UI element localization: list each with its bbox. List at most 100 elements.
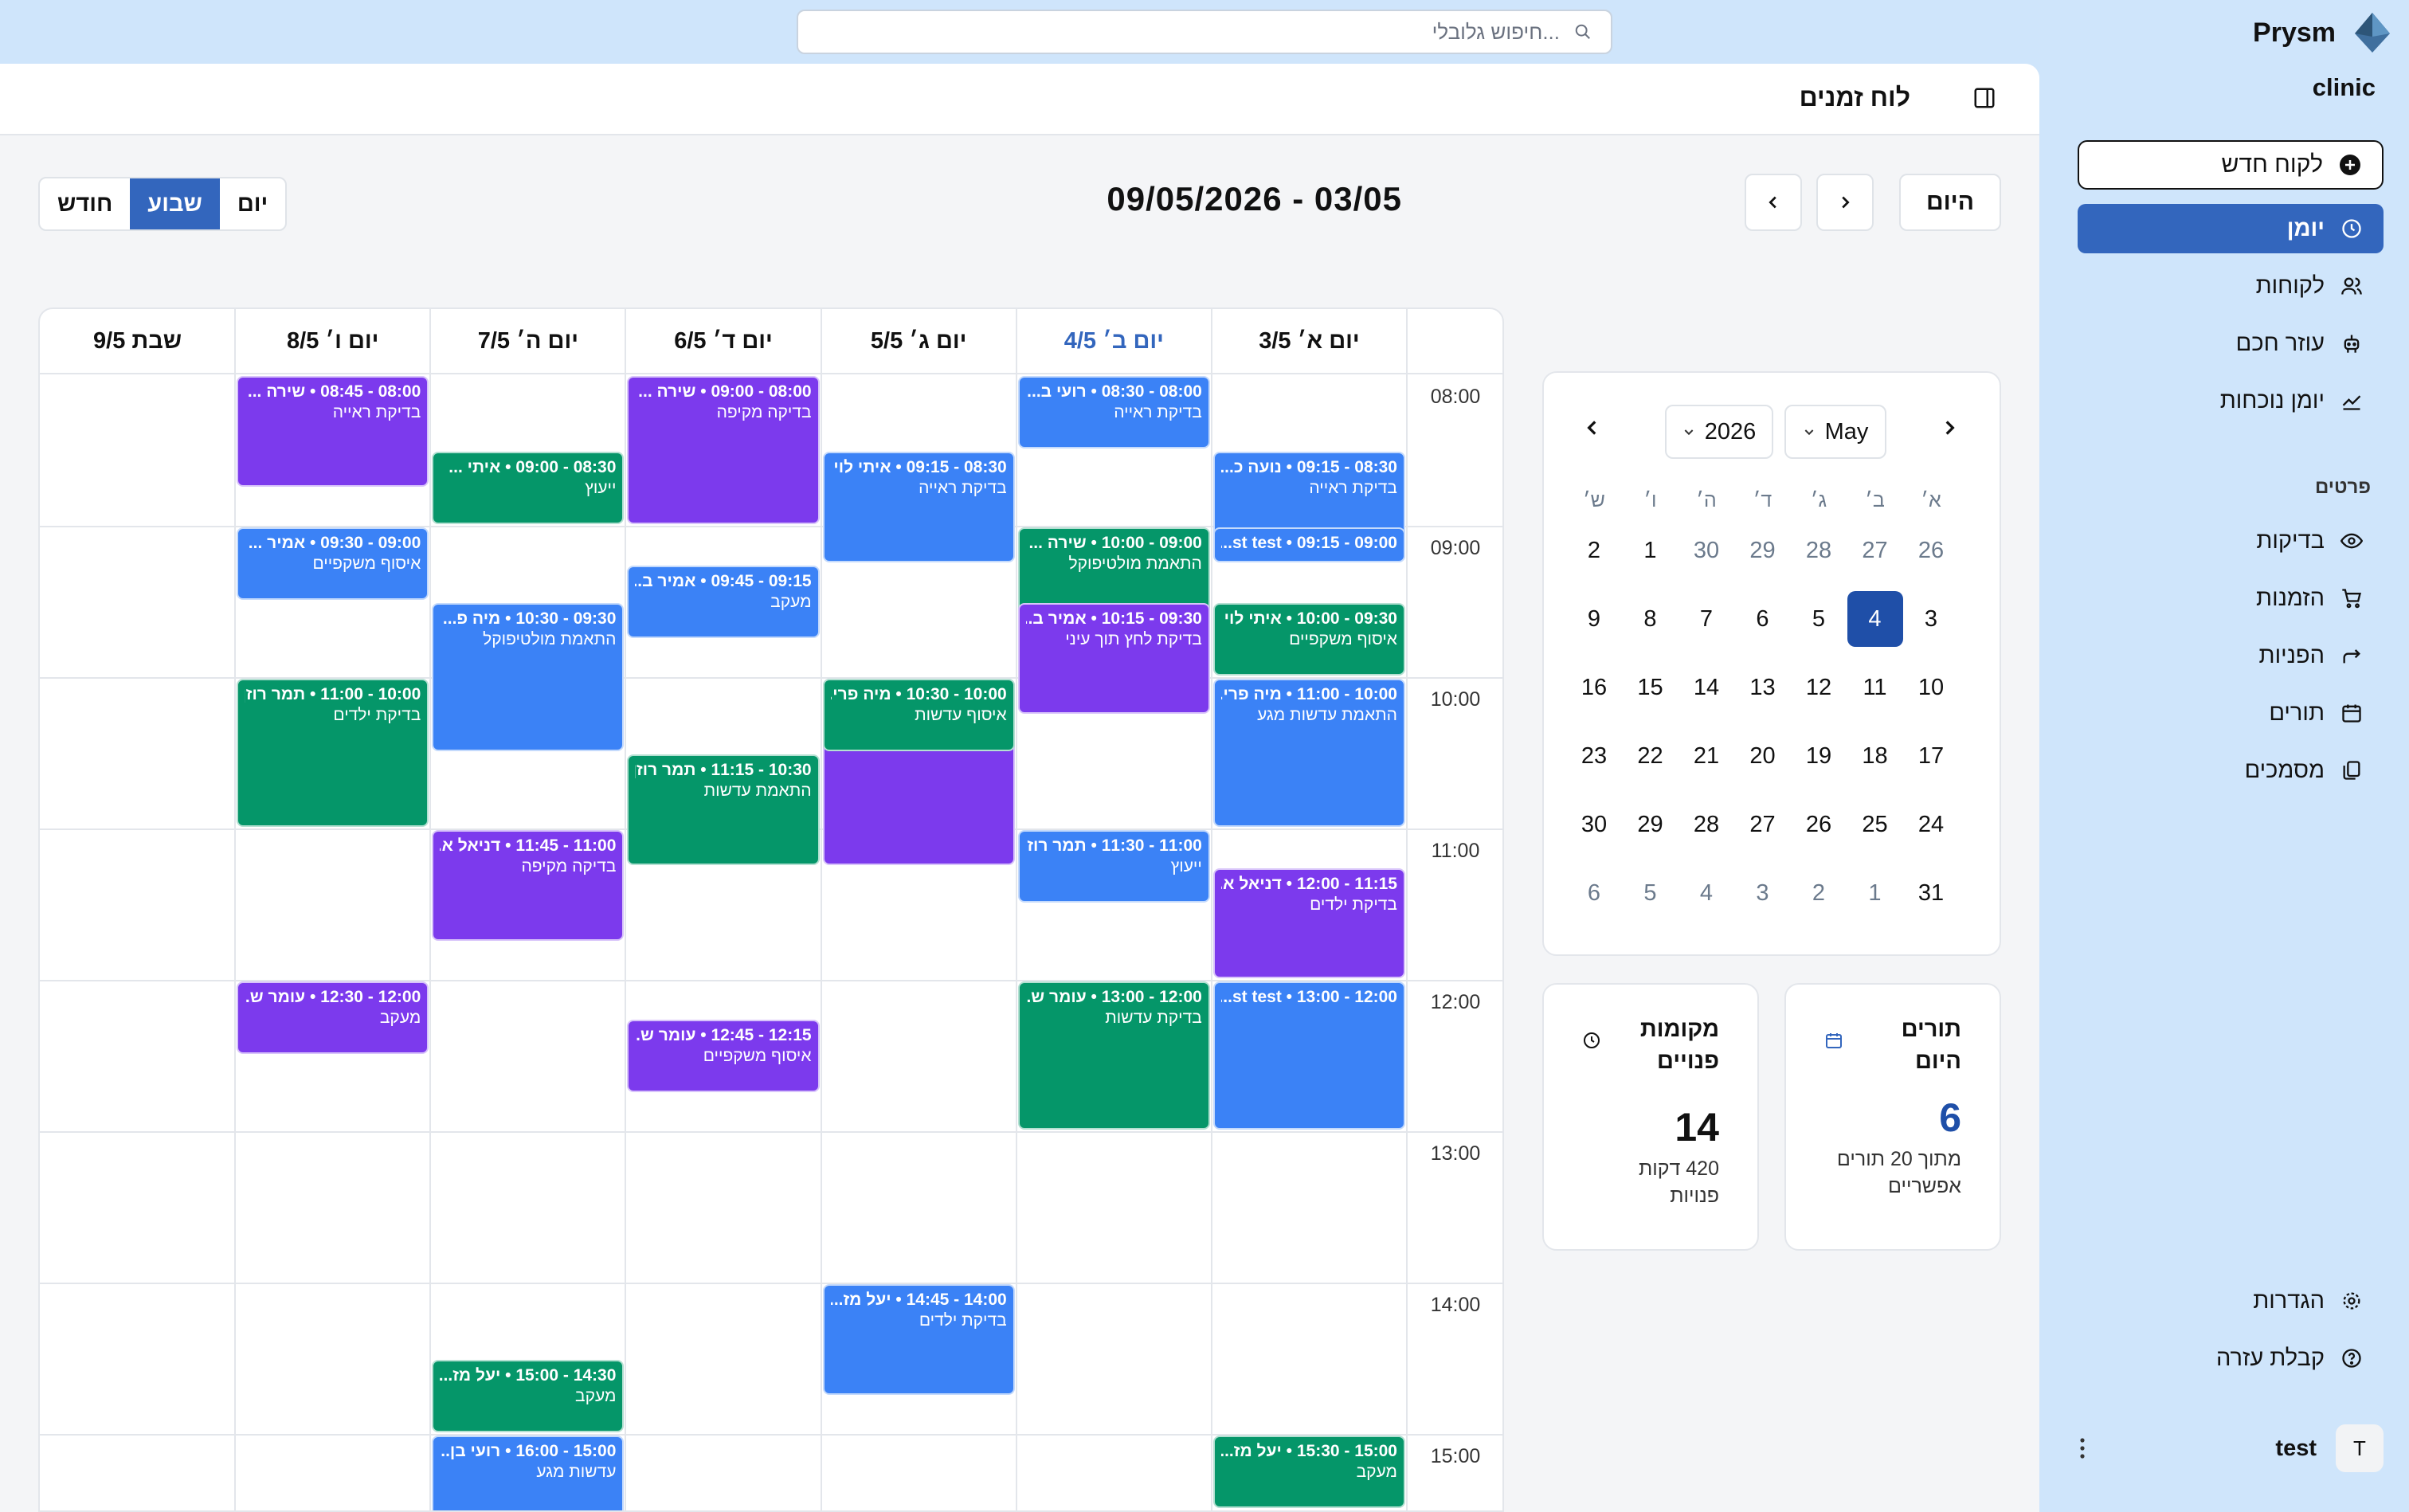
calendar-event[interactable]: 15:00 - 15:30 • יעל מז... מעקב [1212, 1436, 1405, 1508]
nav-item-orders[interactable]: הזמנות [2078, 574, 2384, 623]
mini-cal-day[interactable]: 15 [1623, 660, 1678, 715]
view-day-button[interactable]: יום [220, 178, 285, 229]
calendar-event[interactable]: 11:00 - 11:30 • תמר רוזן ייעוץ [1017, 830, 1210, 903]
mini-cal-next-icon[interactable] [1939, 417, 1960, 438]
day-header[interactable]: יום א׳ 3/5 [1211, 309, 1407, 374]
more-vertical-icon[interactable] [2078, 1436, 2087, 1460]
nav-item-exams[interactable]: בדיקות [2078, 516, 2384, 566]
day-header[interactable]: שבת 9/5 [40, 309, 236, 374]
mini-cal-day[interactable]: 1 [1623, 523, 1678, 578]
nav-item-documents[interactable]: מסמכים [2078, 746, 2384, 795]
calendar-event[interactable]: 12:00 - 12:30 • עומר ש... מעקב [237, 981, 429, 1054]
calendar-event[interactable]: 10:00 - 10:30 • מיה פרי... איסוף עדשות [822, 679, 1015, 751]
nav-item-calendar[interactable]: יומן [2078, 204, 2384, 253]
new-client-button[interactable]: לקוח חדש [2078, 140, 2384, 190]
mini-cal-day[interactable]: 26 [1791, 797, 1847, 852]
mini-cal-day[interactable]: 31 [1903, 865, 1959, 921]
calendar-event[interactable]: 09:15 - 09:45 • אמיר ב... מעקב [627, 565, 820, 638]
brand-logo[interactable]: Prysm [2253, 13, 2390, 53]
mini-cal-day[interactable]: 1 [1847, 865, 1903, 921]
nav-item-attendance[interactable]: יומן נוכחות [2078, 376, 2384, 425]
today-button[interactable]: היום [1899, 174, 2001, 231]
nav-item-appointments[interactable]: תורים [2078, 688, 2384, 738]
mini-cal-day[interactable]: 27 [1735, 797, 1791, 852]
calendar-event[interactable]: 10:00 - 11:00 • תמר רוזן בדיקת ילדים [237, 679, 429, 827]
calendar-event[interactable]: 08:30 - 09:15 • איתי לוי בדיקת ראייה [822, 452, 1015, 562]
calendar-event[interactable]: 15:00 - 16:00 • רועי בן... עדשות מגע [432, 1436, 625, 1510]
mini-cal-day[interactable]: 3 [1903, 591, 1959, 647]
mini-cal-day[interactable]: 11 [1847, 660, 1903, 715]
mini-cal-day[interactable]: 18 [1847, 728, 1903, 784]
mini-cal-day[interactable]: 26 [1903, 523, 1959, 578]
mini-cal-day[interactable]: 22 [1623, 728, 1678, 784]
mini-cal-day[interactable]: 23 [1566, 728, 1622, 784]
mini-cal-day[interactable]: 14 [1678, 660, 1734, 715]
mini-cal-day[interactable]: 16 [1566, 660, 1622, 715]
mini-cal-day[interactable]: 28 [1678, 797, 1734, 852]
calendar-event[interactable]: 08:30 - 09:00 • איתי ... ייעוץ [432, 452, 625, 524]
calendar-event[interactable]: 09:30 - 10:15 • אמיר ב... בדיקת לחץ תוך ע… [1017, 603, 1210, 714]
mini-cal-day[interactable]: 29 [1623, 797, 1678, 852]
view-week-button[interactable]: שבוע [130, 178, 220, 229]
global-search-input[interactable]: חיפוש גלובלי... [797, 10, 1612, 54]
calendar-event[interactable]: 12:15 - 12:45 • עומר ש... איסוף משקפיים [627, 1019, 820, 1092]
calendar-event[interactable]: 09:30 - 10:00 • איתי לוי איסוף משקפיים [1212, 603, 1405, 676]
mini-cal-day[interactable]: 2 [1791, 865, 1847, 921]
day-header[interactable]: יום ו׳ 8/5 [235, 309, 431, 374]
mini-cal-day[interactable]: 8 [1623, 591, 1678, 647]
mini-cal-day[interactable]: 20 [1735, 728, 1791, 784]
mini-cal-day[interactable]: 24 [1903, 797, 1959, 852]
calendar-event[interactable]: 12:00 - 13:00 • st test... [1212, 981, 1405, 1130]
day-header[interactable]: יום ה׳ 7/5 [430, 309, 626, 374]
month-select[interactable]: May [1784, 405, 1886, 459]
mini-cal-day[interactable]: 30 [1566, 797, 1622, 852]
day-header[interactable]: יום ד׳ 6/5 [625, 309, 821, 374]
prev-week-button[interactable] [1745, 174, 1802, 231]
mini-cal-day[interactable]: 4 [1847, 591, 1903, 647]
calendar-event[interactable]: 08:00 - 08:30 • רועי ב... בדיקת ראייה [1017, 376, 1210, 449]
mini-cal-day[interactable]: 6 [1566, 865, 1622, 921]
mini-cal-day[interactable]: 13 [1735, 660, 1791, 715]
day-header[interactable]: יום ג׳ 5/5 [821, 309, 1016, 374]
mini-cal-day[interactable]: 2 [1566, 523, 1622, 578]
calendar-event[interactable]: 11:15 - 12:00 • דניאל א... בדיקת ילדים [1212, 868, 1405, 978]
calendar-event[interactable]: 11:00 - 11:45 • דניאל א... בדיקה מקיפה [432, 830, 625, 941]
mini-cal-day[interactable]: 19 [1791, 728, 1847, 784]
mini-cal-day[interactable]: 21 [1678, 728, 1734, 784]
mini-cal-day[interactable]: 5 [1791, 591, 1847, 647]
nav-item-referrals[interactable]: הפניות [2078, 631, 2384, 680]
mini-cal-day[interactable]: 7 [1678, 591, 1734, 647]
user-menu[interactable]: test T [2078, 1424, 2384, 1472]
calendar-event[interactable]: 14:30 - 15:00 • יעל מז... מעקב [432, 1360, 625, 1432]
mini-cal-day[interactable]: 12 [1791, 660, 1847, 715]
mini-cal-prev-icon[interactable] [1582, 417, 1603, 438]
mini-cal-day[interactable]: 3 [1735, 865, 1791, 921]
nav-item-settings[interactable]: הגדרות [2078, 1276, 2384, 1326]
mini-cal-day[interactable]: 25 [1847, 797, 1903, 852]
calendar-event[interactable]: 09:30 - 10:30 • מיה פ... התאמת מולטיפוקל [432, 603, 625, 751]
day-header[interactable]: יום ב׳ 4/5 [1016, 309, 1212, 374]
calendar-event[interactable]: 10:30 - 11:15 • תמר רוזן התאמת עדשות [627, 754, 820, 865]
mini-cal-day[interactable]: 28 [1791, 523, 1847, 578]
calendar-event[interactable]: 10:00 - 11:00 • מיה פרי... התאמת עדשות מג… [1212, 679, 1405, 827]
nav-item-help[interactable]: קבלת עזרה [2078, 1334, 2384, 1383]
calendar-event[interactable]: 08:00 - 08:45 • שירה ... בדיקת ראייה [237, 376, 429, 487]
nav-item-clients[interactable]: לקוחות [2078, 261, 2384, 311]
calendar-event[interactable]: 09:00 - 09:15 • st test... [1212, 527, 1405, 562]
mini-cal-day[interactable]: 27 [1847, 523, 1903, 578]
mini-cal-day[interactable]: 10 [1903, 660, 1959, 715]
mini-cal-day[interactable]: 5 [1623, 865, 1678, 921]
calendar-event[interactable]: 09:00 - 09:30 • אמיר ... איסוף משקפיים [237, 527, 429, 600]
calendar-event[interactable]: 12:00 - 13:00 • עומר ש... בדיקת עדשות [1017, 981, 1210, 1130]
year-select[interactable]: 2026 [1665, 405, 1773, 459]
mini-cal-day[interactable]: 29 [1735, 523, 1791, 578]
calendar-event[interactable]: 08:00 - 09:00 • שירה ... בדיקה מקיפה [627, 376, 820, 524]
mini-cal-day[interactable]: 6 [1735, 591, 1791, 647]
mini-cal-day[interactable]: 30 [1678, 523, 1734, 578]
view-month-button[interactable]: חודש [40, 178, 130, 229]
nav-item-smart-assistant[interactable]: עוזר חכם [2078, 319, 2384, 368]
mini-cal-day[interactable]: 9 [1566, 591, 1622, 647]
mini-cal-day[interactable]: 17 [1903, 728, 1959, 784]
sidebar-toggle-icon[interactable] [1972, 86, 1996, 110]
mini-cal-day[interactable]: 4 [1678, 865, 1734, 921]
